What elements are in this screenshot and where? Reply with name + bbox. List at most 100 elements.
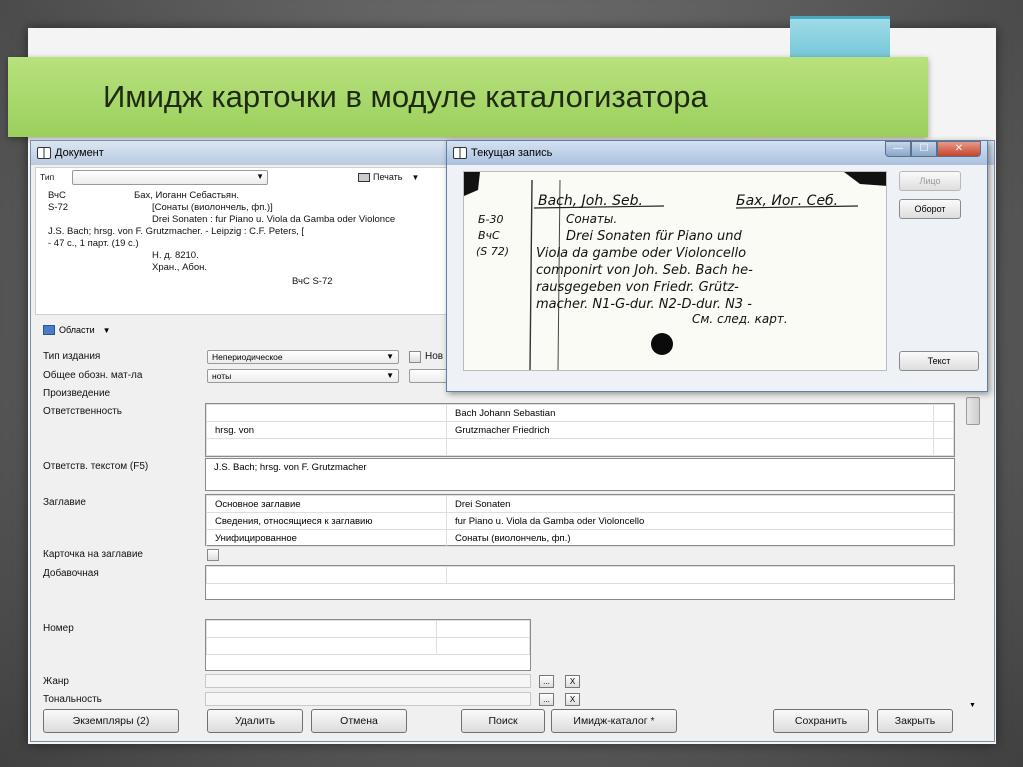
role-cell[interactable] xyxy=(206,438,447,456)
oblasti-label: Области xyxy=(59,325,95,335)
role-cell[interactable]: hrsg. von xyxy=(206,421,447,439)
oblasti-menu[interactable]: Области ▼ xyxy=(43,325,111,335)
chevron-down-icon: ▼ xyxy=(102,325,111,335)
table-row[interactable]: Bach Johann Sebastian xyxy=(206,404,954,422)
scroll-down-icon[interactable]: ▼ xyxy=(969,702,976,709)
save-button[interactable]: Сохранить xyxy=(773,709,869,733)
table-row[interactable]: Сведения, относящиеся к заглавию fur Pia… xyxy=(206,512,954,530)
new-checkbox[interactable] xyxy=(409,351,421,363)
role-cell[interactable] xyxy=(206,404,447,422)
card-uniform-title: [Сонаты (виолончель, фп.)] xyxy=(152,202,273,213)
front-side-button[interactable]: Лицо xyxy=(899,171,961,191)
obshchee-oboz-select[interactable]: ноты ▼ xyxy=(207,369,399,383)
proizvedenie-label: Произведение xyxy=(43,388,111,399)
book-icon xyxy=(453,147,467,159)
print-label: Печать xyxy=(373,172,403,182)
delete-button[interactable]: Удалить xyxy=(207,709,303,733)
tonalnost-clear-button[interactable]: X xyxy=(565,693,580,706)
zaglavie-label: Заглавие xyxy=(43,497,86,508)
obshchee-oboz-label: Общее обозн. мат-ла xyxy=(43,370,143,381)
dobavochnaya-grid[interactable] xyxy=(205,565,955,600)
person-cell[interactable]: Grutzmacher Friedrich xyxy=(446,421,934,439)
tip-select[interactable]: ▼ xyxy=(72,170,268,185)
close-button[interactable]: Закрыть xyxy=(877,709,953,733)
chevron-down-icon: ▼ xyxy=(386,352,394,361)
title-type-cell[interactable]: Сведения, относящиеся к заглавию xyxy=(206,512,447,530)
slide-title-band: Имидж карточки в модуле каталогизатора xyxy=(8,57,928,137)
empty-cell[interactable] xyxy=(206,620,437,638)
new-label: Нов xyxy=(425,351,444,362)
empty-cell[interactable] xyxy=(436,620,530,638)
tip-izdaniya-label: Тип издания xyxy=(43,351,101,362)
card-text-line-4: componirt von Joh. Seb. Bach he- xyxy=(536,263,753,278)
scrollbar-thumb[interactable] xyxy=(966,397,980,425)
card-heading-latin: Bach, Joh. Seb. xyxy=(538,193,643,209)
person-cell[interactable] xyxy=(446,438,934,456)
minimize-icon[interactable]: — xyxy=(885,141,911,157)
form-scrollbar[interactable]: ▼ xyxy=(965,391,981,709)
window-controls: — ☐ ✕ xyxy=(885,141,981,157)
card-title: Drei Sonaten : fur Piano u. Viola da Gam… xyxy=(152,214,396,225)
title-value-cell[interactable]: Сонаты (виолончель, фп.) xyxy=(446,529,954,547)
print-button[interactable]: Печать ▼ xyxy=(358,172,419,182)
empty-cell[interactable] xyxy=(446,566,954,584)
kartochka-checkbox[interactable] xyxy=(207,549,219,561)
card-shelfmark-1: ВчС xyxy=(48,190,66,201)
card-scan-svg: Bach, Joh. Seb. Бах, Иог. Себ. Б-30 ВчС … xyxy=(464,172,886,370)
table-row[interactable]: Основное заглавие Drei Sonaten xyxy=(206,495,954,513)
otvetstv-tekstom-value: J.S. Bach; hrsg. von F. Grutzmacher xyxy=(214,462,367,473)
title-type-cell[interactable]: Унифицированное xyxy=(206,529,447,547)
table-row[interactable] xyxy=(206,566,954,584)
table-row[interactable]: Унифицированное Сонаты (виолончель, фп.) xyxy=(206,529,954,547)
table-row[interactable] xyxy=(206,637,530,655)
text-button[interactable]: Текст xyxy=(899,351,979,371)
otvetstv-tekstom-field[interactable]: J.S. Bach; hrsg. von F. Grutzmacher xyxy=(205,458,955,491)
nomer-label: Номер xyxy=(43,623,74,634)
card-text-line-5: rausgegeben von Friedr. Grütz- xyxy=(536,280,739,295)
empty-cell[interactable] xyxy=(933,438,954,456)
zhanr-clear-button[interactable]: X xyxy=(565,675,580,688)
card-text-line-7: См. след. карт. xyxy=(692,312,788,326)
close-icon[interactable]: ✕ xyxy=(937,141,981,157)
zaglavie-grid[interactable]: Основное заглавие Drei Sonaten Сведения,… xyxy=(205,494,955,547)
table-row[interactable]: hrsg. von Grutzmacher Friedrich xyxy=(206,421,954,439)
card-shelf-3: (S 72) xyxy=(476,245,509,258)
title-value-cell[interactable]: Drei Sonaten xyxy=(446,495,954,513)
tip-izdaniya-select[interactable]: Непериодическое ▼ xyxy=(207,350,399,364)
tonalnost-field[interactable] xyxy=(205,692,531,706)
card-responsibility: J.S. Bach; hrsg. von F. Grutzmacher. - L… xyxy=(48,226,305,237)
tip-izdaniya-value: Непериодическое xyxy=(212,352,283,362)
empty-cell[interactable] xyxy=(933,404,954,422)
maximize-icon[interactable]: ☐ xyxy=(911,141,937,157)
cancel-button[interactable]: Отмена xyxy=(311,709,407,733)
card-shelf-1: Б-30 xyxy=(478,213,504,226)
empty-cell[interactable] xyxy=(206,637,437,655)
card-author: Бах, Иоганн Себастьян. xyxy=(134,190,239,201)
title-type-cell[interactable]: Основное заглавие xyxy=(206,495,447,513)
search-button[interactable]: Поиск xyxy=(461,709,545,733)
back-side-button[interactable]: Оборот xyxy=(899,199,961,219)
catalog-card-image: Bach, Joh. Seb. Бах, Иог. Себ. Б-30 ВчС … xyxy=(463,171,887,371)
book-icon xyxy=(37,147,51,159)
chevron-down-icon: ▼ xyxy=(256,172,264,181)
title-value-cell[interactable]: fur Piano u. Viola da Gamba oder Violonc… xyxy=(446,512,954,530)
tonalnost-browse-button[interactable]: ... xyxy=(539,693,554,706)
record-title: Текущая запись xyxy=(471,147,553,159)
table-row[interactable] xyxy=(206,620,530,638)
card-storage: Хран., Абон. xyxy=(152,262,208,273)
card-number: Н. д. 8210. xyxy=(152,250,199,261)
empty-cell[interactable] xyxy=(436,637,530,655)
tonalnost-label: Тональность xyxy=(43,694,102,705)
nomer-grid[interactable] xyxy=(205,619,531,671)
empty-cell[interactable] xyxy=(206,566,447,584)
image-catalog-button[interactable]: Имидж-каталог * xyxy=(551,709,677,733)
zhanr-field[interactable] xyxy=(205,674,531,688)
obshchee-oboz-extra[interactable] xyxy=(409,369,449,383)
otvetstvennost-grid[interactable]: Bach Johann Sebastian hrsg. von Grutzmac… xyxy=(205,403,955,457)
otvetstv-tekstom-label: Ответств. текстом (F5) xyxy=(43,461,149,472)
person-cell[interactable]: Bach Johann Sebastian xyxy=(446,404,934,422)
ekzemplyary-button[interactable]: Экземпляры (2) xyxy=(43,709,179,733)
empty-cell[interactable] xyxy=(933,421,954,439)
table-row[interactable] xyxy=(206,438,954,456)
zhanr-browse-button[interactable]: ... xyxy=(539,675,554,688)
